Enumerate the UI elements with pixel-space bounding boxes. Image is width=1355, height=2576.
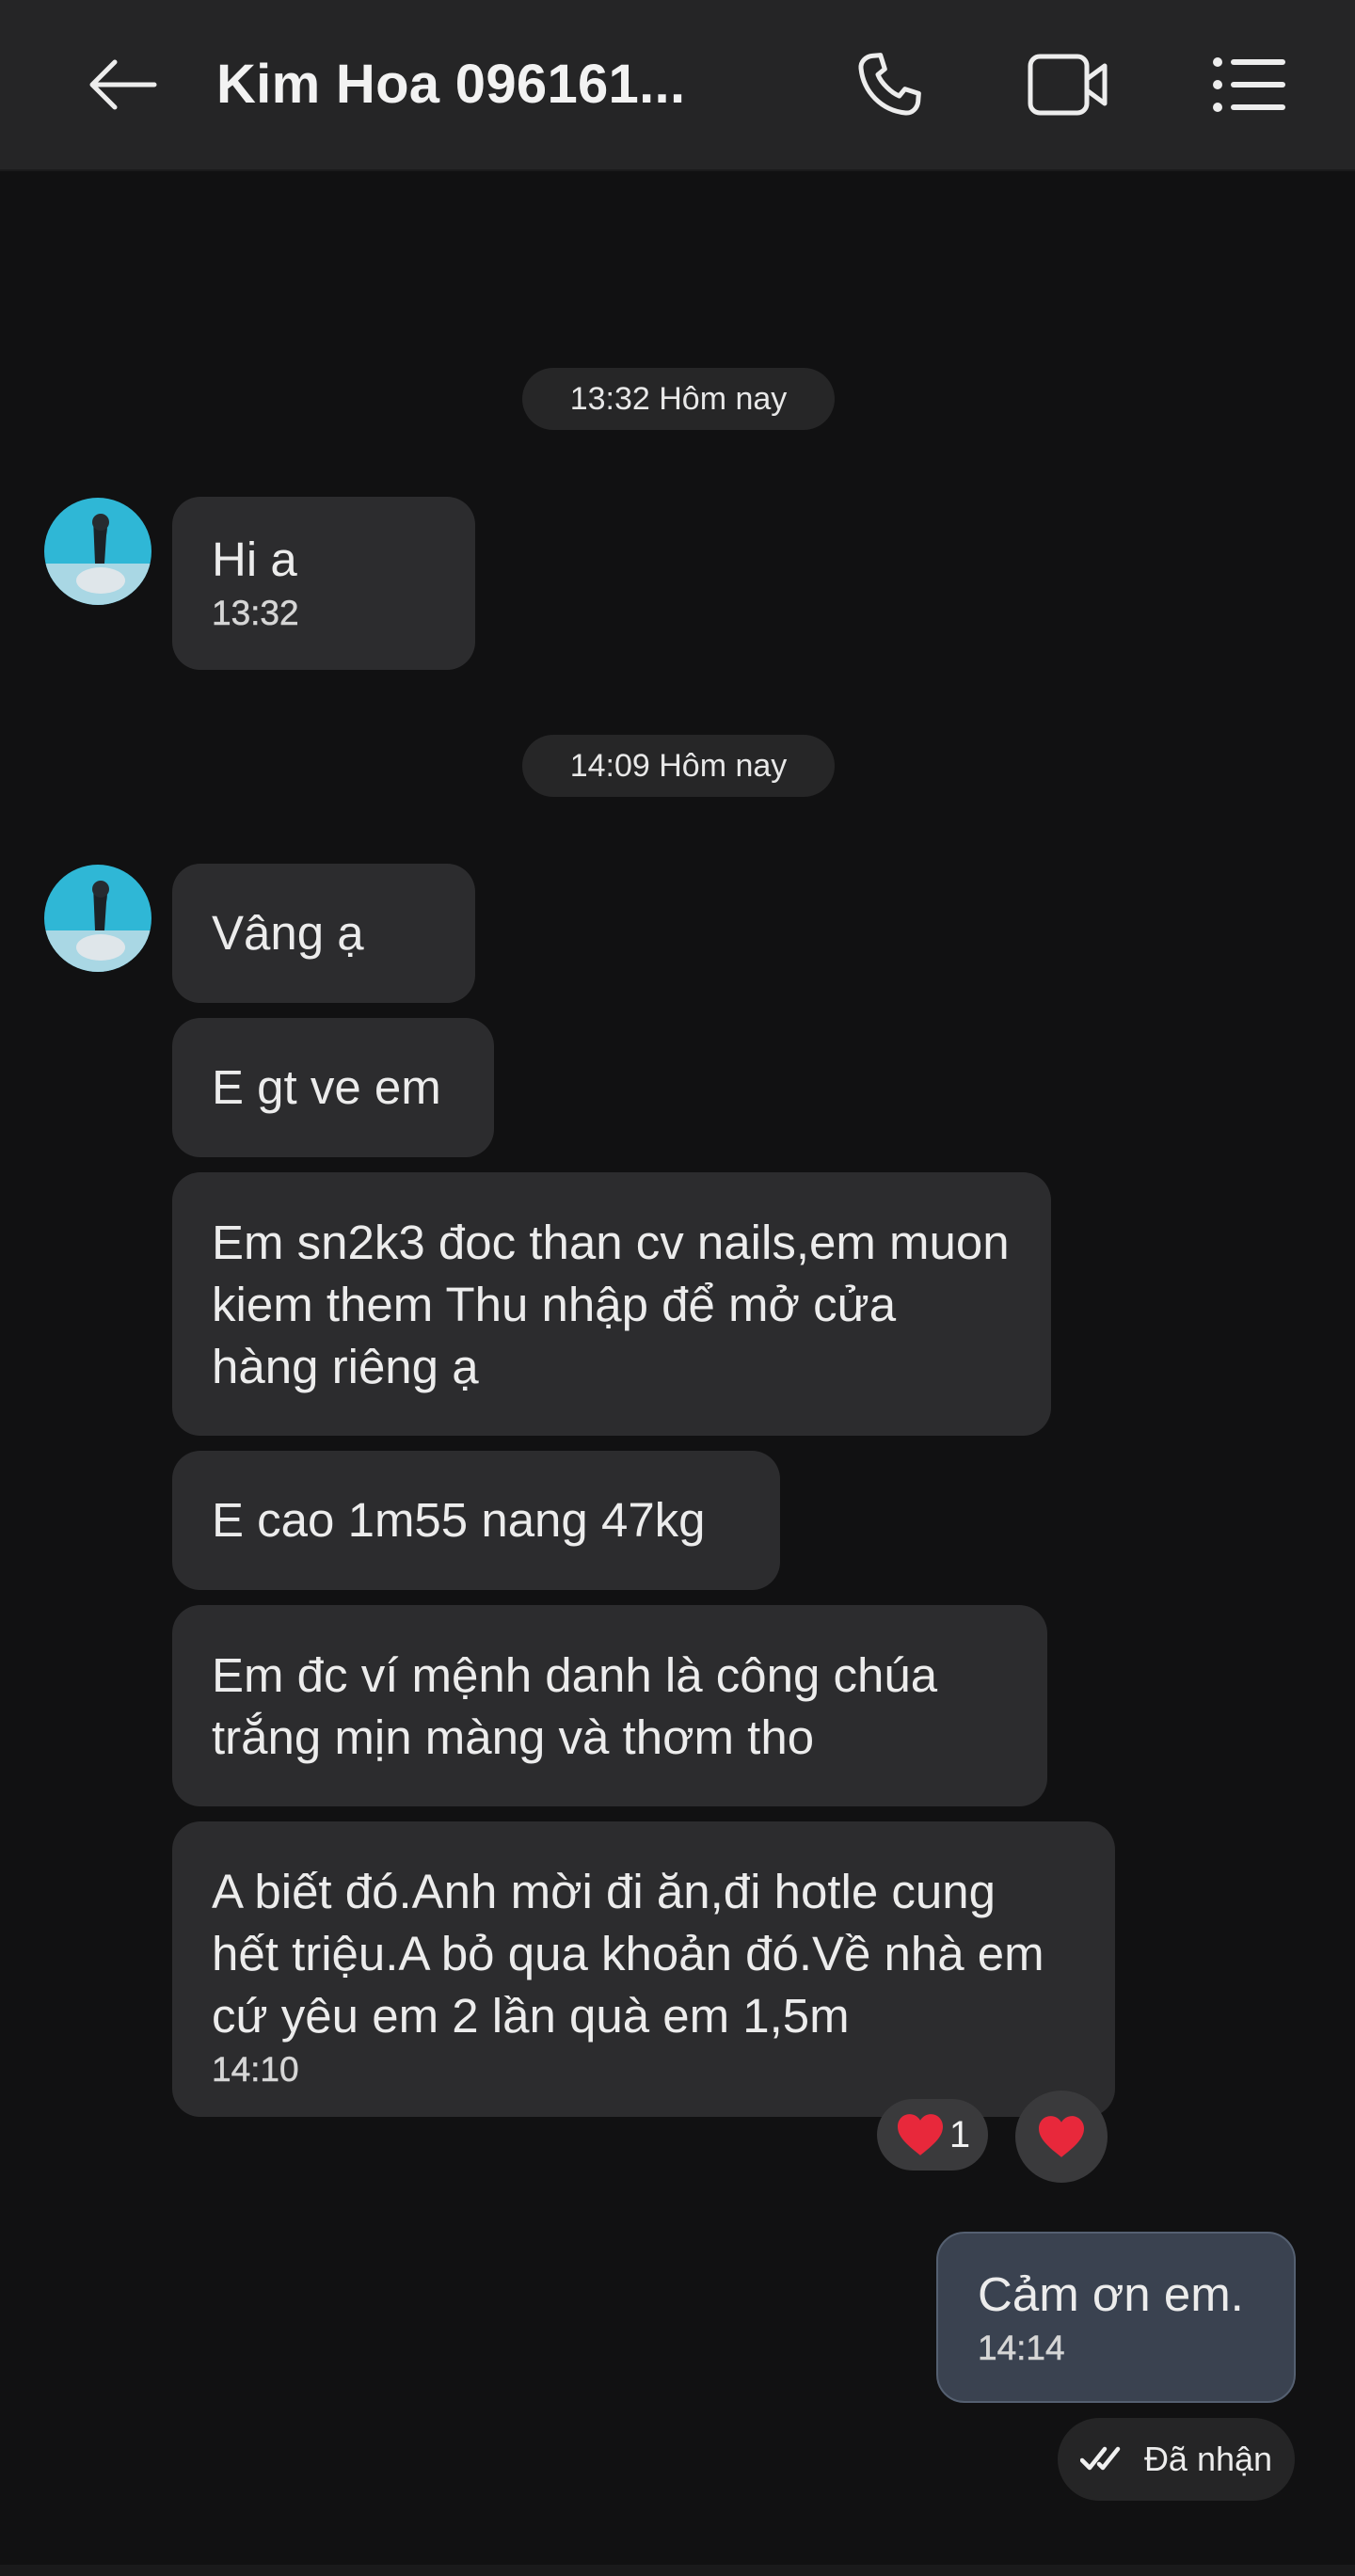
arrow-left-icon bbox=[89, 59, 157, 110]
avatar-photo bbox=[44, 498, 151, 605]
avatar[interactable] bbox=[44, 865, 151, 972]
video-call-button[interactable] bbox=[1021, 38, 1115, 132]
options-menu-button[interactable] bbox=[1203, 38, 1297, 132]
list-menu-icon bbox=[1213, 57, 1285, 112]
message-time: 13:32 bbox=[212, 594, 299, 632]
double-check-icon bbox=[1079, 2446, 1121, 2471]
composer-edge bbox=[0, 2565, 1355, 2576]
avatar[interactable] bbox=[44, 498, 151, 605]
incoming-message[interactable]: Hi a 13:32 bbox=[172, 497, 475, 670]
message-text: E cao 1m55 nang 47kg bbox=[212, 1493, 706, 1547]
message-text: Hi a bbox=[212, 533, 297, 586]
message-time: 14:10 bbox=[212, 2050, 299, 2089]
reaction-count: 1 bbox=[948, 2113, 971, 2155]
incoming-message[interactable]: E gt ve em bbox=[172, 1018, 494, 1157]
heart-icon bbox=[1039, 2116, 1084, 2157]
message-text: E gt ve em bbox=[212, 1060, 441, 1114]
delivery-status: Đã nhận bbox=[1058, 2418, 1295, 2501]
phone-icon bbox=[858, 53, 921, 116]
outgoing-message[interactable]: Cảm ơn em. 14:14 bbox=[936, 2232, 1296, 2403]
avatar-photo bbox=[44, 865, 151, 972]
message-time: 14:14 bbox=[978, 2329, 1065, 2367]
video-camera-icon bbox=[1028, 54, 1108, 116]
message-text: A biết đó.Anh mời đi ăn,đi hotle cung hế… bbox=[212, 1865, 1044, 2043]
contact-name[interactable]: Kim Hoa 096161... bbox=[216, 47, 685, 122]
chat-header: Kim Hoa 096161... bbox=[0, 0, 1355, 171]
incoming-message[interactable]: Vâng ạ bbox=[172, 864, 475, 1003]
heart-icon bbox=[897, 2114, 943, 2155]
reaction-summary[interactable]: 1 bbox=[877, 2099, 988, 2171]
message-text: Vâng ạ bbox=[212, 906, 364, 960]
status-label: Đã nhận bbox=[1143, 2440, 1273, 2478]
incoming-message[interactable]: Em đc ví mệnh danh là công chúa trắng mị… bbox=[172, 1605, 1047, 1806]
add-reaction-button[interactable] bbox=[1015, 2091, 1108, 2183]
message-text: Cảm ơn em. bbox=[978, 2267, 1244, 2321]
date-separator: 13:32 Hôm nay bbox=[522, 368, 835, 430]
back-button[interactable] bbox=[75, 38, 169, 132]
message-text: Em sn2k3 đoc than cv nails,em muon kiem … bbox=[212, 1216, 1010, 1393]
incoming-message[interactable]: A biết đó.Anh mời đi ăn,đi hotle cung hế… bbox=[172, 1821, 1115, 2117]
voice-call-button[interactable] bbox=[842, 38, 936, 132]
incoming-message[interactable]: Em sn2k3 đoc than cv nails,em muon kiem … bbox=[172, 1172, 1051, 1436]
message-text: Em đc ví mệnh danh là công chúa trắng mị… bbox=[212, 1648, 938, 1764]
incoming-message[interactable]: E cao 1m55 nang 47kg bbox=[172, 1451, 780, 1590]
date-separator: 14:09 Hôm nay bbox=[522, 735, 835, 797]
